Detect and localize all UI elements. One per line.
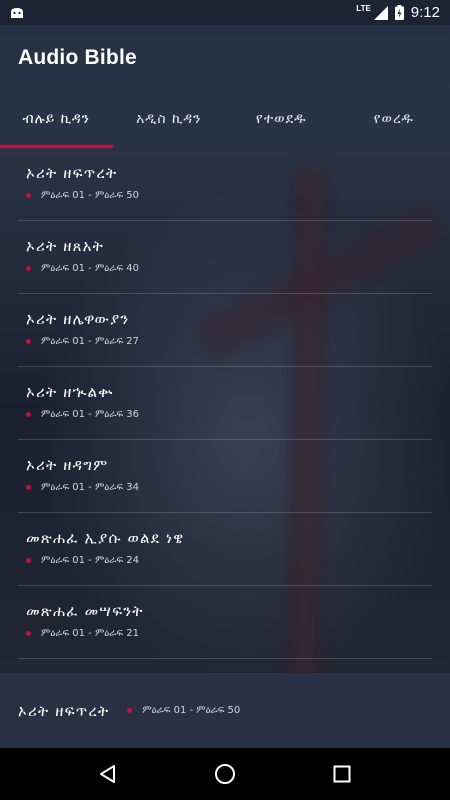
status-time: 9:12: [410, 4, 440, 21]
book-list-item[interactable]: መጽሐፈ መሣፍንት ምዕራፍ 01 - ምዕራፍ 21: [18, 586, 432, 659]
now-playing-range: ምዕራፍ 01 - ምዕራፍ 50: [142, 705, 241, 716]
book-meta: ምዕራፍ 01 - ምዕራፍ 27: [26, 336, 432, 347]
tab-old-testament[interactable]: ብሉይ ኪዳን: [0, 90, 113, 148]
book-meta: ምዕራፍ 01 - ምዕራፍ 50: [26, 190, 432, 201]
book-title: ኦሪት ዘዳግም: [26, 456, 109, 474]
chapter-range: ምዕራፍ 01 - ምዕራፍ 50: [41, 190, 139, 201]
book-meta: ምዕራፍ 01 - ምዕራፍ 24: [26, 555, 432, 566]
bullet-dot-icon: [26, 193, 31, 198]
status-bar: LTE 9:12: [0, 0, 450, 25]
book-title: መጽሐፈ ኢያሱ ወልደ ነዌ: [26, 529, 185, 547]
bullet-dot-icon: [26, 631, 31, 636]
recents-button[interactable]: [327, 759, 357, 789]
chapter-range: ምዕራፍ 01 - ምዕራፍ 27: [41, 336, 139, 347]
chapter-range: ምዕራፍ 01 - ምዕራፍ 21: [41, 628, 139, 639]
chapter-range: ምዕራፍ 01 - ምዕራፍ 34: [41, 482, 139, 493]
book-list: ኦሪት ዘፍጥረት ምዕራፍ 01 - ምዕራፍ 50 ኦሪት ዘጸአት ምዕራ…: [0, 148, 450, 659]
recents-square-icon: [333, 765, 351, 783]
app-bar: Audio Bible: [0, 25, 450, 90]
book-list-item[interactable]: ኦሪት ዘኊልቍ ምዕራፍ 01 - ምዕራፍ 36: [18, 367, 432, 440]
book-title: ኦሪት ዘፍጥረት: [26, 164, 118, 182]
book-meta: ምዕራፍ 01 - ምዕራፍ 40: [26, 263, 432, 274]
book-meta: ምዕራፍ 01 - ምዕራፍ 34: [26, 482, 432, 493]
chapter-range: ምዕራፍ 01 - ምዕራፍ 40: [41, 263, 139, 274]
home-button[interactable]: [210, 759, 240, 789]
book-list-item[interactable]: ኦሪት ዘጸአት ምዕራፍ 01 - ምዕራፍ 40: [18, 221, 432, 294]
book-list-item[interactable]: ኦሪት ዘሌዋውያን ምዕራፍ 01 - ምዕራፍ 27: [18, 294, 432, 367]
book-title: ኦሪት ዘኊልቍ: [26, 383, 114, 401]
bullet-dot-icon: [26, 412, 31, 417]
bullet-dot-icon: [26, 266, 31, 271]
status-left: [10, 7, 24, 19]
book-list-item[interactable]: ኦሪት ዘፍጥረት ምዕራፍ 01 - ምዕራፍ 50: [18, 148, 432, 221]
android-icon: [11, 7, 23, 18]
book-list-panel[interactable]: ኦሪት ዘፍጥረት ምዕራፍ 01 - ምዕራፍ 50 ኦሪት ዘጸአት ምዕራ…: [0, 148, 450, 673]
bullet-dot-icon: [26, 558, 31, 563]
book-list-item[interactable]: ኦሪት ዘዳግም ምዕራፍ 01 - ምዕራፍ 34: [18, 440, 432, 513]
book-title: ኦሪት ዘሌዋውያን: [26, 310, 130, 328]
home-circle-icon: [214, 764, 235, 784]
network-type: LTE: [356, 3, 371, 13]
book-title: ኦሪት ዘጸአት: [26, 237, 104, 255]
signal-icon: [373, 5, 388, 20]
now-playing-title: ኦሪት ዘፍጥረት: [18, 701, 110, 720]
book-title: መጽሐፈ መሣፍንት: [26, 602, 144, 620]
battery-charging-icon: [394, 5, 404, 20]
back-triangle-icon: [100, 765, 116, 783]
tab-bar: ብሉይ ኪዳን አዲስ ኪዳን የተወደዱ የወረዱ: [0, 90, 450, 148]
book-meta: ምዕራፍ 01 - ምዕራፍ 21: [26, 628, 432, 639]
now-playing-bar[interactable]: ኦሪት ዘፍጥረት ምዕራፍ 01 - ምዕራፍ 50: [0, 673, 450, 748]
back-button[interactable]: [93, 759, 123, 789]
tab-favorites[interactable]: የተወደዱ: [225, 90, 338, 148]
chapter-range: ምዕራፍ 01 - ምዕራፍ 24: [41, 555, 139, 566]
bullet-dot-icon: [26, 485, 31, 490]
book-meta: ምዕራፍ 01 - ምዕራፍ 36: [26, 409, 432, 420]
book-list-item[interactable]: መጽሐፈ ኢያሱ ወልደ ነዌ ምዕራፍ 01 - ምዕራፍ 24: [18, 513, 432, 586]
now-playing-meta: ምዕራፍ 01 - ምዕራፍ 50: [127, 705, 240, 716]
tab-downloads[interactable]: የወረዱ: [338, 90, 450, 148]
app-title: Audio Bible: [18, 45, 137, 69]
chapter-range: ምዕራፍ 01 - ምዕራፍ 36: [41, 409, 139, 420]
bullet-dot-icon: [26, 339, 31, 344]
system-nav-bar: [0, 748, 450, 800]
status-right: LTE 9:12: [356, 3, 440, 22]
tab-new-testament[interactable]: አዲስ ኪዳን: [113, 90, 226, 148]
bullet-dot-icon: [127, 708, 133, 713]
